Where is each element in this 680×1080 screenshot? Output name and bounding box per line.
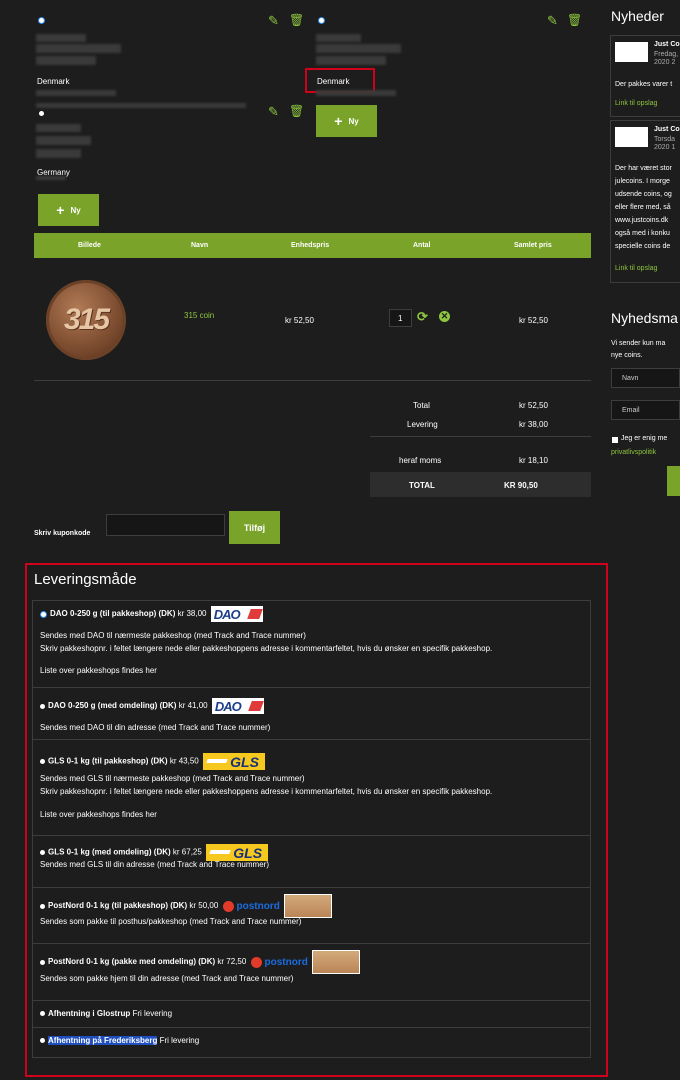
gls-logo-icon: GLS [206, 844, 269, 861]
news-link[interactable]: Link til opslag [615, 265, 657, 272]
delivery-radio[interactable] [40, 703, 45, 709]
news-title: Nyheder [611, 8, 664, 24]
delivery-option-postnord-omdeling[interactable]: PostNord 0-1 kg (pakke med omdeling) (DK… [32, 944, 591, 1001]
summary-delivery-value: kr 38,00 [519, 420, 548, 429]
delete-address-2-icon[interactable]: 🗑 [567, 13, 582, 27]
edit-address-1-icon[interactable]: ✎ [268, 13, 279, 29]
postnord-logo-icon: postnord [250, 956, 308, 968]
delivery-option-postnord-pakkeshop[interactable]: PostNord 0-1 kg (til pakkeshop) (DK) kr … [32, 888, 591, 944]
new-address-button-2[interactable]: + Ny [316, 105, 377, 137]
delivery-radio[interactable] [40, 610, 47, 618]
edit-address-2-icon[interactable]: ✎ [547, 13, 558, 29]
delivery-option-dao-pakkeshop[interactable]: DAO 0-250 g (til pakkeshop) (DK) kr 38,0… [32, 600, 591, 688]
consent-label: Jeg er enig me [621, 435, 668, 442]
unit-price: kr 52,50 [285, 316, 314, 325]
news-card-2: Just Co Torsda 2020 1 Der har været stor… [610, 120, 680, 283]
address-2-country: Denmark [317, 77, 350, 86]
delivery-option-frederiksberg[interactable]: Afhentning på Frederiksberg Fri levering [32, 1028, 591, 1057]
consent-checkbox[interactable] [612, 437, 618, 443]
summary-vat-label: heraf moms [399, 456, 442, 465]
refresh-icon[interactable]: ⟳ [417, 309, 428, 325]
postnord-logo-icon: postnord [222, 900, 280, 912]
pakkeshop-list-link[interactable]: Liste over pakkeshops findes her [40, 810, 157, 819]
col-header-image: Billede [78, 242, 101, 249]
delivery-option-gls-pakkeshop[interactable]: GLS 0-1 kg (til pakkeshop) (DK) kr 43,50… [32, 740, 591, 836]
address-radio-3[interactable] [39, 111, 44, 116]
row-total: kr 52,50 [519, 316, 548, 325]
news-thumbnail [615, 42, 648, 62]
news-card-1: Just Co Fredag, 2020 2 Der pakkes varer … [610, 35, 680, 117]
newsletter-submit-button[interactable] [667, 466, 680, 496]
summary-delivery-label: Levering [407, 420, 438, 429]
col-header-total: Samlet pris [514, 242, 552, 249]
coupon-label: Skriv kuponkode [34, 530, 91, 537]
newsletter-email-input[interactable]: Email [611, 400, 680, 420]
pakkeshop-list-link[interactable]: Liste over pakkeshops findes her [40, 666, 157, 675]
quantity-input[interactable]: 1 [389, 309, 412, 327]
delivery-radio[interactable] [40, 1038, 45, 1044]
address-1-country: Denmark [37, 77, 70, 86]
plus-icon: + [334, 113, 343, 129]
col-header-quantity: Antal [413, 242, 431, 249]
delivery-option-dao-omdeling[interactable]: DAO 0-250 g (med omdeling) (DK) kr 41,00… [32, 688, 591, 740]
coupon-apply-button[interactable]: Tilføj [229, 511, 280, 544]
edit-address-3-icon[interactable]: ✎ [268, 104, 279, 120]
coin-image[interactable]: 315 [46, 280, 126, 360]
divider [34, 380, 591, 381]
delete-address-1-icon[interactable]: 🗑 [289, 13, 304, 27]
summary-total-label: Total [413, 401, 430, 410]
delivery-radio[interactable] [40, 850, 45, 855]
col-header-unit-price: Enhedspris [291, 242, 330, 249]
news-thumbnail [615, 127, 648, 147]
address-radio-1[interactable] [38, 17, 45, 24]
news-link[interactable]: Link til opslag [615, 100, 657, 107]
gls-logo-icon: GLS [202, 753, 265, 770]
newsletter-name-input[interactable]: Navn [611, 368, 680, 388]
new-address-button-3[interactable]: + Ny [38, 194, 99, 226]
delivery-radio[interactable] [40, 1011, 45, 1017]
summary-total-value: kr 52,50 [519, 401, 548, 410]
delete-address-3-icon[interactable]: 🗑 [289, 104, 304, 118]
cart-table-header: Billede Navn Enhedspris Antal Samlet pri… [34, 233, 591, 258]
summary-vat-value: kr 18,10 [519, 456, 548, 465]
remove-item-icon[interactable]: ✕ [439, 311, 450, 322]
newsletter-title: Nyhedsma [611, 310, 678, 326]
delivery-radio[interactable] [40, 903, 45, 909]
parcel-box-image [284, 894, 333, 918]
product-name-link[interactable]: 315 coin [184, 311, 214, 320]
grand-total-value: KR 90,50 [504, 481, 538, 490]
grand-total-row: TOTAL KR 90,50 [370, 472, 591, 497]
delivery-title: Leveringsmåde [34, 571, 137, 588]
privacy-link[interactable]: privatlivspolitik [611, 449, 656, 456]
delivery-radio[interactable] [40, 759, 45, 764]
parcel-box-image [312, 950, 361, 974]
grand-total-label: TOTAL [409, 481, 435, 490]
dao-logo-icon: DAO [211, 698, 264, 714]
address-radio-2[interactable] [318, 17, 325, 24]
delivery-option-glostrup[interactable]: Afhentning i Glostrup Fri levering [32, 1001, 591, 1028]
dao-logo-icon: DAO [210, 606, 263, 622]
delivery-option-gls-omdeling[interactable]: GLS 0-1 kg (med omdeling) (DK) kr 67,25 … [32, 836, 591, 888]
delivery-radio[interactable] [40, 959, 45, 965]
plus-icon: + [56, 202, 65, 218]
coupon-input[interactable] [106, 514, 225, 536]
col-header-name: Navn [191, 242, 209, 249]
